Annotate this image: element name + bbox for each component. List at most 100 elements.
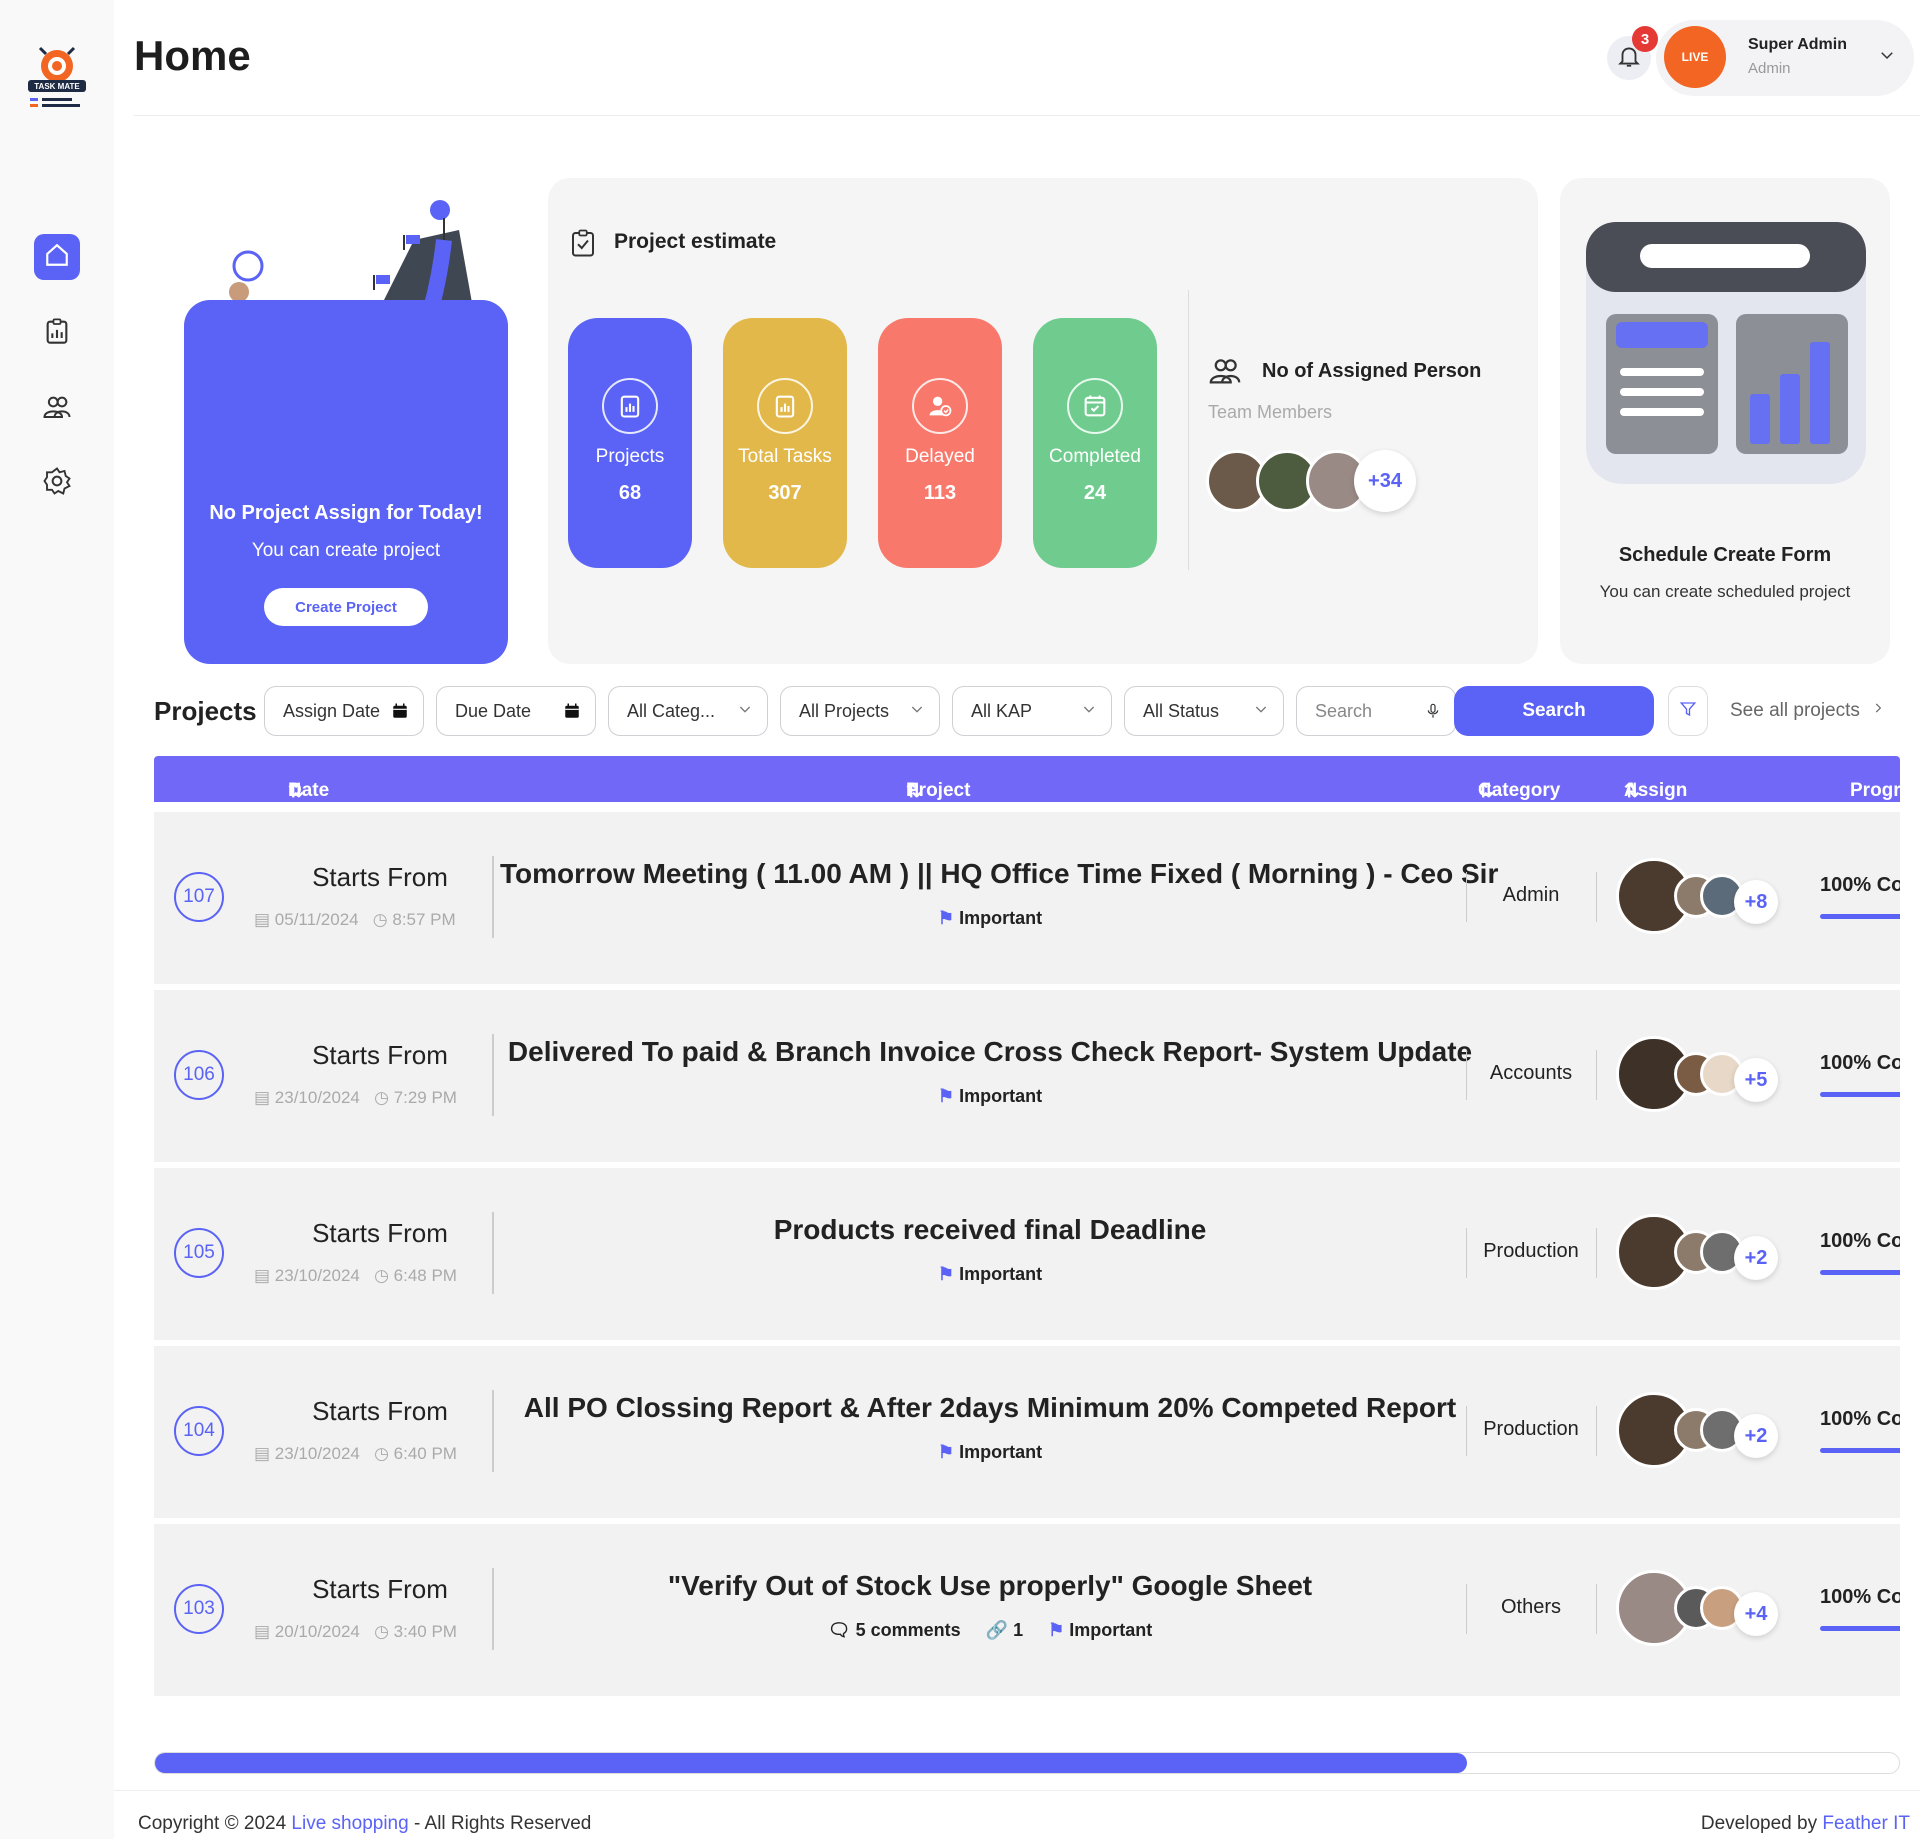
progress-bar: [1820, 1270, 1900, 1275]
search-button[interactable]: Search: [1454, 686, 1654, 736]
stat-total-tasks[interactable]: Total Tasks 307: [723, 318, 847, 568]
row-date: 23/10/2024: [274, 1444, 360, 1463]
progress-text: 100% Co: [1820, 874, 1900, 896]
divider: [1188, 290, 1189, 570]
chevron-down-icon: [1081, 701, 1097, 722]
assigned-avatars[interactable]: +2: [1616, 1392, 1778, 1472]
more-assignees-count[interactable]: +4: [1734, 1592, 1778, 1636]
stat-value: 113: [923, 482, 957, 504]
user-role: Admin: [1748, 60, 1791, 77]
assigned-avatars[interactable]: +4: [1616, 1570, 1778, 1650]
nav-home[interactable]: [34, 234, 80, 280]
project-meta: ⚑ Important: [500, 908, 1480, 929]
category-select[interactable]: All Categ...: [608, 686, 768, 736]
project-name[interactable]: Products received final Deadline: [500, 1214, 1480, 1246]
nav-reports[interactable]: [34, 310, 80, 356]
chart-icon: [757, 378, 813, 434]
calendar-icon: ▤: [254, 1622, 271, 1641]
calendar-icon: ▤: [254, 1266, 271, 1285]
developer-link[interactable]: Feather IT: [1822, 1813, 1910, 1834]
table-row[interactable]: 105 Starts From ▤ 23/10/2024 ◷ 6:48 PM Prod…: [154, 1168, 1900, 1340]
search-input[interactable]: Search: [1296, 686, 1456, 736]
schedule-title: Schedule Create Form: [1618, 544, 1832, 566]
links-count[interactable]: 1: [1013, 1620, 1023, 1640]
more-assignees-count[interactable]: +5: [1734, 1058, 1778, 1102]
nav-team[interactable]: [34, 386, 80, 432]
more-assignees-count[interactable]: +2: [1734, 1414, 1778, 1458]
project-name[interactable]: Delivered To paid & Branch Invoice Cross…: [500, 1036, 1480, 1068]
user-clock-icon: [912, 378, 968, 434]
stat-value: 24: [1083, 482, 1107, 504]
divider: [492, 1212, 494, 1294]
divider: [1596, 1406, 1597, 1456]
table-row[interactable]: 104 Starts From ▤ 23/10/2024 ◷ 6:40 PM All …: [154, 1346, 1900, 1518]
footer: Copyright © 2024 Live shopping - All Rig…: [114, 1790, 1920, 1839]
projects-title: Projects: [154, 696, 257, 726]
chevron-down-icon: [909, 701, 925, 722]
project-meta: ⚑ Important: [500, 1264, 1480, 1285]
header-label: Progr: [1850, 780, 1900, 801]
microphone-icon[interactable]: [1425, 701, 1441, 726]
promo-card: No Project Assign for Today! You can cre…: [184, 180, 508, 664]
kap-select[interactable]: All KAP: [952, 686, 1112, 736]
scrollbar-thumb[interactable]: [155, 1753, 1467, 1773]
table-row[interactable]: 103 Starts From ▤ 20/10/2024 ◷ 3:40 PM "Ver…: [154, 1524, 1900, 1696]
projects-select[interactable]: All Projects: [780, 686, 940, 736]
row-time: 8:57 PM: [392, 910, 456, 929]
more-assignees-count[interactable]: +8: [1734, 880, 1778, 924]
progress-bar: [1820, 1092, 1900, 1097]
stat-projects[interactable]: Projects 68: [568, 318, 692, 568]
due-date-field[interactable]: Due Date: [436, 686, 596, 736]
chevron-down-icon[interactable]: [1878, 46, 1896, 69]
nav-settings[interactable]: [34, 460, 80, 506]
sort-icon: ⇅: [288, 781, 304, 802]
row-datetime: ▤ 20/10/2024 ◷ 3:40 PM: [254, 1622, 494, 1642]
table-row[interactable]: 107 Starts From ▤ 05/11/2024 ◷ 8:57 PM Tomo…: [154, 812, 1900, 984]
brand-link[interactable]: Live shopping: [291, 1813, 408, 1834]
create-project-button[interactable]: Create Project: [264, 588, 428, 626]
see-all-label: See all projects: [1730, 700, 1860, 722]
stat-delayed[interactable]: Delayed 113: [878, 318, 1002, 568]
flag-icon: ⚑: [937, 1442, 955, 1462]
assigned-subtitle: Team Members: [1208, 402, 1333, 422]
starts-from-label: Starts From: [312, 1040, 448, 1070]
form-illustration-icon[interactable]: [1580, 218, 1870, 498]
divider: [492, 856, 494, 938]
row-id: 103: [174, 1584, 224, 1634]
row-date: 23/10/2024: [274, 1088, 360, 1107]
gear-icon: [42, 466, 72, 501]
comment-icon: 🗨: [827, 1620, 851, 1640]
comments-count[interactable]: 5 comments: [856, 1620, 961, 1640]
row-id: 104: [174, 1406, 224, 1456]
clipboard-check-icon: [568, 228, 598, 263]
project-name[interactable]: Tomorrow Meeting ( 11.00 AM ) || HQ Offi…: [500, 858, 1498, 890]
filter-button[interactable]: [1668, 686, 1708, 736]
developer-prefix: Developed by: [1700, 1813, 1823, 1834]
progress-text: 100% Co: [1820, 1408, 1900, 1430]
app-logo[interactable]: TASK MATE: [24, 44, 90, 116]
team-avatars[interactable]: +34: [1206, 446, 1446, 516]
table-row[interactable]: 106 Starts From ▤ 23/10/2024 ◷ 7:29 PM Deli…: [154, 990, 1900, 1162]
illustration-base-icon: [184, 300, 508, 490]
horizontal-scrollbar[interactable]: [154, 1752, 1900, 1774]
assigned-avatars[interactable]: +8: [1616, 858, 1778, 938]
assign-date-field[interactable]: Assign Date: [264, 686, 424, 736]
see-all-projects-link[interactable]: See all projects: [1730, 700, 1885, 722]
status-select[interactable]: All Status: [1124, 686, 1284, 736]
assigned-avatars[interactable]: +5: [1616, 1036, 1778, 1116]
projects-select-value: All Projects: [799, 701, 890, 721]
stat-completed[interactable]: Completed 24: [1033, 318, 1157, 568]
status-select-value: All Status: [1143, 701, 1220, 721]
calendar-icon: ▤: [254, 910, 271, 929]
more-assignees-count[interactable]: +2: [1734, 1236, 1778, 1280]
progress-text: 100% Co: [1820, 1230, 1900, 1252]
assigned-avatars[interactable]: +2: [1616, 1214, 1778, 1294]
team-more-count[interactable]: +34: [1354, 450, 1416, 512]
project-estimate-card: Project estimate Projects 68 Total Tasks…: [548, 178, 1538, 664]
row-time: 7:29 PM: [393, 1088, 457, 1107]
project-name[interactable]: "Verify Out of Stock Use properly" Googl…: [500, 1570, 1480, 1602]
stat-label: Total Tasks: [738, 446, 832, 467]
project-name[interactable]: All PO Clossing Report & After 2days Min…: [500, 1392, 1480, 1424]
calendar-icon: ▤: [254, 1088, 271, 1107]
user-menu[interactable]: LIVE Super Admin Admin: [1656, 20, 1914, 96]
